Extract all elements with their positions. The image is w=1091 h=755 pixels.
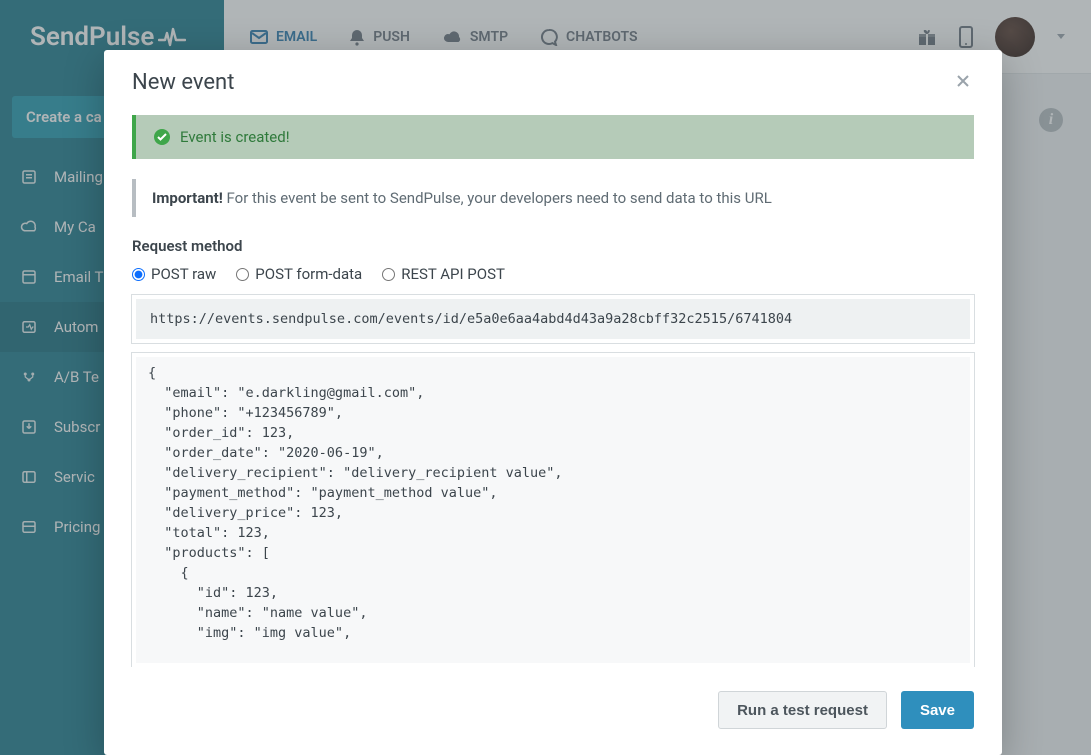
radio-label: REST API POST [401,265,505,283]
radio-rest-api-post[interactable]: REST API POST [382,265,505,283]
request-method-radios: POST raw POST form-data REST API POST [132,265,974,283]
modal-overlay: New event Event is created! Important! F… [0,0,1091,755]
radio-post-raw-input[interactable] [132,268,145,281]
run-test-request-button[interactable]: Run a test request [718,691,887,729]
radio-label: POST form-data [255,265,362,283]
request-method-label: Request method [132,237,974,255]
alert-important-label: Important! [152,189,223,207]
modal-footer: Run a test request Save [104,667,1002,755]
radio-post-form-data[interactable]: POST form-data [236,265,362,283]
alert-success-text: Event is created! [180,128,290,146]
alert-success: Event is created! [132,115,974,159]
modal-title: New event [132,70,234,95]
radio-post-raw[interactable]: POST raw [132,265,216,283]
radio-post-form-input[interactable] [236,268,249,281]
modal-new-event: New event Event is created! Important! F… [104,50,1002,755]
save-button[interactable]: Save [901,691,974,729]
payload-textarea[interactable] [136,357,970,663]
radio-rest-api-input[interactable] [382,268,395,281]
radio-label: POST raw [151,265,216,283]
check-icon [154,129,170,145]
endpoint-url[interactable]: https://events.sendpulse.com/events/id/e… [132,295,974,343]
close-icon[interactable] [952,70,974,92]
alert-important-text: For this event be sent to SendPulse, you… [223,189,772,207]
payload-container [132,353,974,667]
alert-important: Important! For this event be sent to Sen… [132,179,974,217]
